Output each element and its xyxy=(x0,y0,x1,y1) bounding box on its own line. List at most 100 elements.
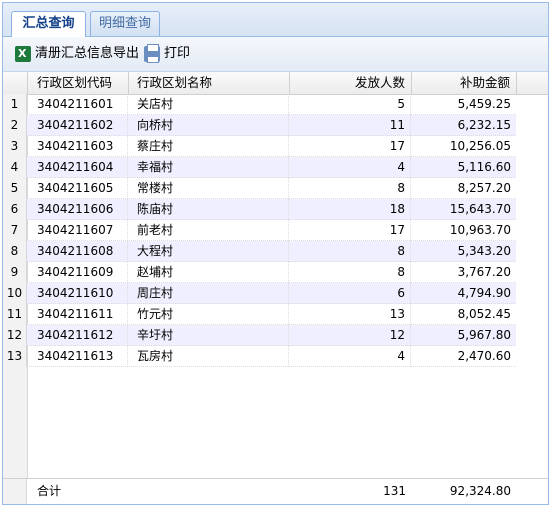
cell-count: 13 xyxy=(290,304,411,325)
cell-amount: 5,967.80 xyxy=(457,328,511,342)
row-number: 2 xyxy=(3,115,27,136)
cell-count: 8 xyxy=(290,178,411,199)
grid-header: 行政区划代码 行政区划名称 发放人数 补助金额 xyxy=(3,72,548,95)
cell-amount: 10,963.70 xyxy=(449,223,511,237)
total-count: 131 xyxy=(383,484,406,498)
table-row[interactable]: 10 3404211610 周庄村 6 4,794.90 xyxy=(3,283,516,304)
row-number: 6 xyxy=(3,199,27,220)
row-number: 13 xyxy=(3,346,27,367)
cell-name: 关店村 xyxy=(129,94,289,115)
cell-count: 11 xyxy=(290,115,411,136)
summary-grid: 行政区划代码 行政区划名称 发放人数 补助金额 1 3404211601 关店村 5 5… xyxy=(3,72,548,504)
cell-count: 4 xyxy=(290,346,411,367)
cell-amount: 5,459.25 xyxy=(457,97,511,111)
table-row[interactable]: 1 3404211601 关店村 5 5,459.25 xyxy=(3,94,516,115)
row-number: 4 xyxy=(3,157,27,178)
cell-name: 陈庙村 xyxy=(129,199,289,220)
row-number: 5 xyxy=(3,178,27,199)
cell-name: 幸福村 xyxy=(129,157,289,178)
row-number: 11 xyxy=(3,304,27,325)
table-row[interactable]: 5 3404211605 常楼村 8 8,257.20 xyxy=(3,178,516,199)
cell-count: 17 xyxy=(290,220,411,241)
row-number: 7 xyxy=(3,220,27,241)
export-summary-button[interactable]: 清册汇总信息导出 xyxy=(15,45,139,63)
cell-name: 周庄村 xyxy=(129,283,289,304)
header-code[interactable]: 行政区划代码 xyxy=(28,72,129,94)
row-number: 3 xyxy=(3,136,27,157)
cell-amount: 6,232.15 xyxy=(457,118,511,132)
cell-amount: 8,257.20 xyxy=(457,181,511,195)
total-row: 合计 131 92,324.80 xyxy=(3,478,548,504)
row-number: 8 xyxy=(3,241,27,262)
cell-amount: 8,052.45 xyxy=(457,307,511,321)
excel-icon xyxy=(15,45,31,63)
cell-count: 8 xyxy=(290,241,411,262)
cell-amount: 2,470.60 xyxy=(457,349,511,363)
print-button[interactable]: 打印 xyxy=(144,44,191,63)
cell-code: 3404211611 xyxy=(28,304,128,325)
cell-code: 3404211609 xyxy=(28,262,128,283)
cell-name: 辛圩村 xyxy=(129,325,289,346)
row-number: 12 xyxy=(3,325,27,346)
cell-amount: 5,116.60 xyxy=(457,160,511,174)
cell-count: 8 xyxy=(290,262,411,283)
cell-code: 3404211606 xyxy=(28,199,128,220)
export-summary-label: 清册汇总信息导出 xyxy=(35,46,140,61)
row-number: 9 xyxy=(3,262,27,283)
cell-name: 前老村 xyxy=(129,220,289,241)
toolbar: 清册汇总信息导出 打印 xyxy=(3,37,548,72)
table-row[interactable]: 13 3404211613 瓦房村 4 2,470.60 xyxy=(3,346,516,367)
cell-code: 3404211603 xyxy=(28,136,128,157)
tab-bar: 汇总查询 明细查询 xyxy=(3,3,548,37)
header-name[interactable]: 行政区划名称 xyxy=(129,72,290,94)
table-row[interactable]: 4 3404211604 幸福村 4 5,116.60 xyxy=(3,157,516,178)
cell-count: 17 xyxy=(290,136,411,157)
cell-code: 3404211612 xyxy=(28,325,128,346)
cell-code: 3404211602 xyxy=(28,115,128,136)
cell-name: 竹元村 xyxy=(129,304,289,325)
total-rownum xyxy=(3,479,27,504)
header-count[interactable]: 发放人数 xyxy=(290,72,412,94)
cell-code: 3404211613 xyxy=(28,346,128,367)
cell-code: 3404211604 xyxy=(28,157,128,178)
printer-icon xyxy=(144,44,160,63)
cell-count: 4 xyxy=(290,157,411,178)
cell-code: 3404211601 xyxy=(28,94,128,115)
cell-name: 常楼村 xyxy=(129,178,289,199)
cell-name: 赵埔村 xyxy=(129,262,289,283)
cell-amount: 4,794.90 xyxy=(457,286,511,300)
total-label: 合计 xyxy=(37,484,62,498)
cell-name: 蔡庄村 xyxy=(129,136,289,157)
cell-amount: 10,256.05 xyxy=(449,139,511,153)
cell-name: 瓦房村 xyxy=(129,346,289,367)
table-row[interactable]: 12 3404211612 辛圩村 12 5,967.80 xyxy=(3,325,516,346)
table-row[interactable]: 3 3404211603 蔡庄村 17 10,256.05 xyxy=(3,136,516,157)
cell-code: 3404211607 xyxy=(28,220,128,241)
tab-summary-query[interactable]: 汇总查询 xyxy=(11,11,86,37)
cell-name: 大程村 xyxy=(129,241,289,262)
print-label: 打印 xyxy=(164,46,191,61)
cell-amount: 15,643.70 xyxy=(449,202,511,216)
cell-count: 12 xyxy=(290,325,411,346)
cell-amount: 3,767.20 xyxy=(457,265,511,279)
row-number: 10 xyxy=(3,283,27,304)
table-row[interactable]: 11 3404211611 竹元村 13 8,052.45 xyxy=(3,304,516,325)
total-amount: 92,324.80 xyxy=(449,484,511,498)
cell-amount: 5,343.20 xyxy=(457,244,511,258)
table-row[interactable]: 8 3404211608 大程村 8 5,343.20 xyxy=(3,241,516,262)
header-rownum xyxy=(3,72,28,94)
cell-count: 18 xyxy=(290,199,411,220)
cell-count: 5 xyxy=(290,94,411,115)
cell-code: 3404211605 xyxy=(28,178,128,199)
cell-name: 向桥村 xyxy=(129,115,289,136)
table-row[interactable]: 6 3404211606 陈庙村 18 15,643.70 xyxy=(3,199,516,220)
tab-detail-query[interactable]: 明细查询 xyxy=(90,11,160,36)
table-row[interactable]: 2 3404211602 向桥村 11 6,232.15 xyxy=(3,115,516,136)
cell-code: 3404211608 xyxy=(28,241,128,262)
table-row[interactable]: 9 3404211609 赵埔村 8 3,767.20 xyxy=(3,262,516,283)
cell-count: 6 xyxy=(290,283,411,304)
header-amount[interactable]: 补助金额 xyxy=(412,72,517,94)
query-panel: 汇总查询 明细查询 清册汇总信息导出 打印 行政区划代码 行政区划名称 发放人数… xyxy=(2,2,549,505)
table-row[interactable]: 7 3404211607 前老村 17 10,963.70 xyxy=(3,220,516,241)
cell-code: 3404211610 xyxy=(28,283,128,304)
